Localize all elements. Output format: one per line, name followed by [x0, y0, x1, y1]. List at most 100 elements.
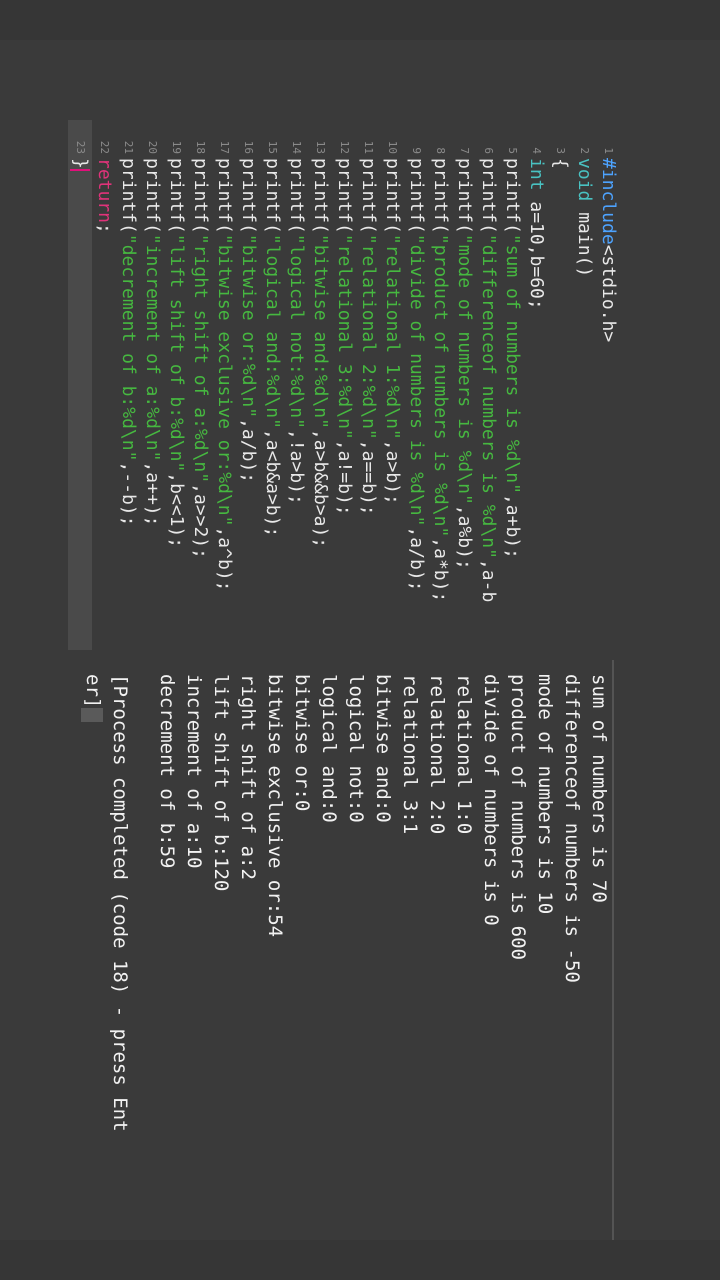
code-line[interactable]: 23} — [68, 120, 92, 650]
code-line[interactable]: 3{ — [548, 120, 572, 650]
output-line: logical not:0 — [345, 674, 367, 823]
code-token: printf( — [478, 158, 499, 234]
code-line[interactable]: 11 printf("relational 2:%d\n",a==b); — [356, 120, 380, 650]
code-token: printf( — [502, 158, 523, 234]
code-token: printf( — [358, 158, 379, 234]
code-text: printf("differenceof numbers is %d\n",a-… — [476, 158, 500, 602]
code-text: return; — [92, 158, 116, 234]
line-number: 13 — [314, 140, 327, 154]
output-line: lift shift of b:120 — [210, 674, 232, 892]
line-number: 8 — [434, 147, 447, 154]
line-number: 3 — [554, 147, 567, 154]
code-text: printf("relational 1:%d\n",a>b); — [380, 158, 404, 505]
code-line[interactable]: 2 void main() — [572, 120, 596, 650]
terminal-output[interactable]: sum of numbers is 70 differenceof numbers… — [52, 660, 612, 1240]
process-status-line: [Process completed (code 18) - press Ent — [109, 674, 131, 1132]
code-token: "decrement of b:%d\n" — [118, 233, 139, 462]
code-token: printf( — [238, 158, 259, 234]
output-line: right shift of a:2 — [237, 674, 259, 880]
code-token: "sum of numbers is %d\n" — [502, 233, 523, 494]
line-number: 2 — [578, 147, 591, 154]
code-token: printf( — [382, 158, 403, 234]
code-line[interactable]: 19 printf("lift shift of b:%d\n",b<<1); — [164, 120, 188, 650]
code-token: "relational 2:%d\n" — [358, 233, 379, 440]
code-token: "logical and:%d\n" — [262, 233, 283, 429]
code-token: void — [574, 158, 595, 202]
code-token: printf( — [286, 158, 307, 234]
code-text: printf("logical and:%d\n",a<b&a>b); — [260, 158, 284, 537]
code-line[interactable]: 5 printf("sum of numbers is %d\n",a+b); — [500, 120, 524, 650]
code-text: printf("bitwise exclusive or:%d\n",a^b); — [212, 158, 236, 592]
code-text: printf("sum of numbers is %d\n",a+b); — [500, 158, 524, 559]
code-token: printf( — [454, 158, 475, 234]
code-line[interactable]: 6 printf("differenceof numbers is %d\n",a… — [476, 120, 500, 650]
code-token: printf( — [430, 158, 451, 234]
code-token: printf( — [118, 158, 139, 234]
terminal-cursor — [81, 708, 104, 723]
code-token: printf( — [406, 158, 427, 234]
code-line[interactable]: 22 return; — [92, 120, 116, 650]
output-line: differenceof numbers is -50 — [561, 674, 583, 983]
code-token: ,!a>b); — [286, 428, 307, 505]
code-line[interactable]: 10 printf("relational 1:%d\n",a>b); — [380, 120, 404, 650]
code-token: ,a/b); — [406, 526, 427, 592]
line-number: 17 — [218, 140, 231, 154]
code-line[interactable]: 18 printf("right shift of a:%d\n",a>>2); — [188, 120, 212, 650]
code-text: printf("decrement of b:%d\n",--b); — [116, 158, 140, 526]
code-text: printf("right shift of a:%d\n",a>>2); — [188, 158, 212, 559]
line-number: 10 — [386, 140, 399, 154]
code-token: ,a++); — [142, 461, 163, 527]
code-text: int a=10,b=60; — [524, 158, 548, 310]
code-token: return — [94, 158, 115, 224]
line-number: 19 — [170, 140, 183, 154]
code-line[interactable]: 8 printf("product of numbers is %d\n",a*b… — [428, 120, 452, 650]
code-token: ; — [94, 223, 115, 234]
code-line[interactable]: 14 printf("logical not:%d\n",!a>b); — [284, 120, 308, 650]
code-token: ,a%b); — [454, 504, 475, 570]
line-number: 21 — [122, 140, 135, 154]
code-token: "right shift of a:%d\n" — [190, 233, 211, 484]
code-text: } — [68, 158, 92, 171]
code-token: "lift shift of b:%d\n" — [166, 233, 187, 473]
code-token: { — [550, 158, 571, 169]
code-line[interactable]: 20 printf("increment of a:%d\n",a++); — [140, 120, 164, 650]
line-number: 4 — [530, 147, 543, 154]
line-number: 7 — [458, 147, 471, 154]
line-number: 18 — [194, 140, 207, 154]
line-number: 11 — [362, 140, 375, 154]
line-number: 14 — [290, 140, 303, 154]
code-token: "product of numbers is %d\n" — [430, 233, 451, 538]
code-text: printf("relational 2:%d\n",a==b); — [356, 158, 380, 516]
code-line[interactable]: 12 printf("relational 3:%d\n",a!=b); — [332, 120, 356, 650]
code-line[interactable]: 17 printf("bitwise exclusive or:%d\n",a^b… — [212, 120, 236, 650]
code-line[interactable]: 15 printf("logical and:%d\n",a<b&a>b); — [260, 120, 284, 650]
code-token: "bitwise exclusive or:%d\n" — [214, 233, 235, 527]
code-token: "divide of numbers is %d\n" — [406, 233, 427, 527]
code-text: printf("mode of numbers is %d\n",a%b); — [452, 158, 476, 570]
line-number: 16 — [242, 140, 255, 154]
output-line: increment of a:10 — [183, 674, 205, 869]
output-line: bitwise exclusive or:54 — [264, 674, 286, 938]
text-caret — [70, 168, 90, 171]
code-line[interactable]: 13 printf("bitwise and:%d\n",a>b&&b>a); — [308, 120, 332, 650]
code-token: "increment of a:%d\n" — [142, 233, 163, 462]
code-line[interactable]: 7 printf("mode of numbers is %d\n",a%b); — [452, 120, 476, 650]
code-token: ,a>>2); — [190, 483, 211, 559]
code-text: printf("bitwise and:%d\n",a>b&&b>a); — [308, 158, 332, 548]
code-editor[interactable]: 1 #include<stdio.h> 2 void main() 3{4 int a=1… — [20, 120, 620, 650]
code-text: printf("increment of a:%d\n",a++); — [140, 158, 164, 526]
code-line[interactable]: 16 printf("bitwise or:%d\n",a/b); — [236, 120, 260, 650]
code-line[interactable]: 9 printf("divide of numbers is %d\n",a/b)… — [404, 120, 428, 650]
output-line: product of numbers is 600 — [507, 674, 529, 960]
code-token: "bitwise or:%d\n" — [238, 233, 259, 419]
code-line[interactable]: 1 #include<stdio.h> — [596, 120, 620, 650]
code-line[interactable]: 21 printf("decrement of b:%d\n",--b); — [116, 120, 140, 650]
pane-divider[interactable] — [612, 660, 614, 1240]
code-token: ,a>b); — [382, 439, 403, 505]
code-token: "relational 1:%d\n" — [382, 233, 403, 440]
output-line: bitwise and:0 — [372, 674, 394, 823]
code-line[interactable]: 4 int a=10,b=60; — [524, 120, 548, 650]
code-text: printf("bitwise or:%d\n",a/b); — [236, 158, 260, 483]
code-token: ,a+b); — [502, 493, 523, 559]
line-number: 23 — [74, 140, 87, 154]
